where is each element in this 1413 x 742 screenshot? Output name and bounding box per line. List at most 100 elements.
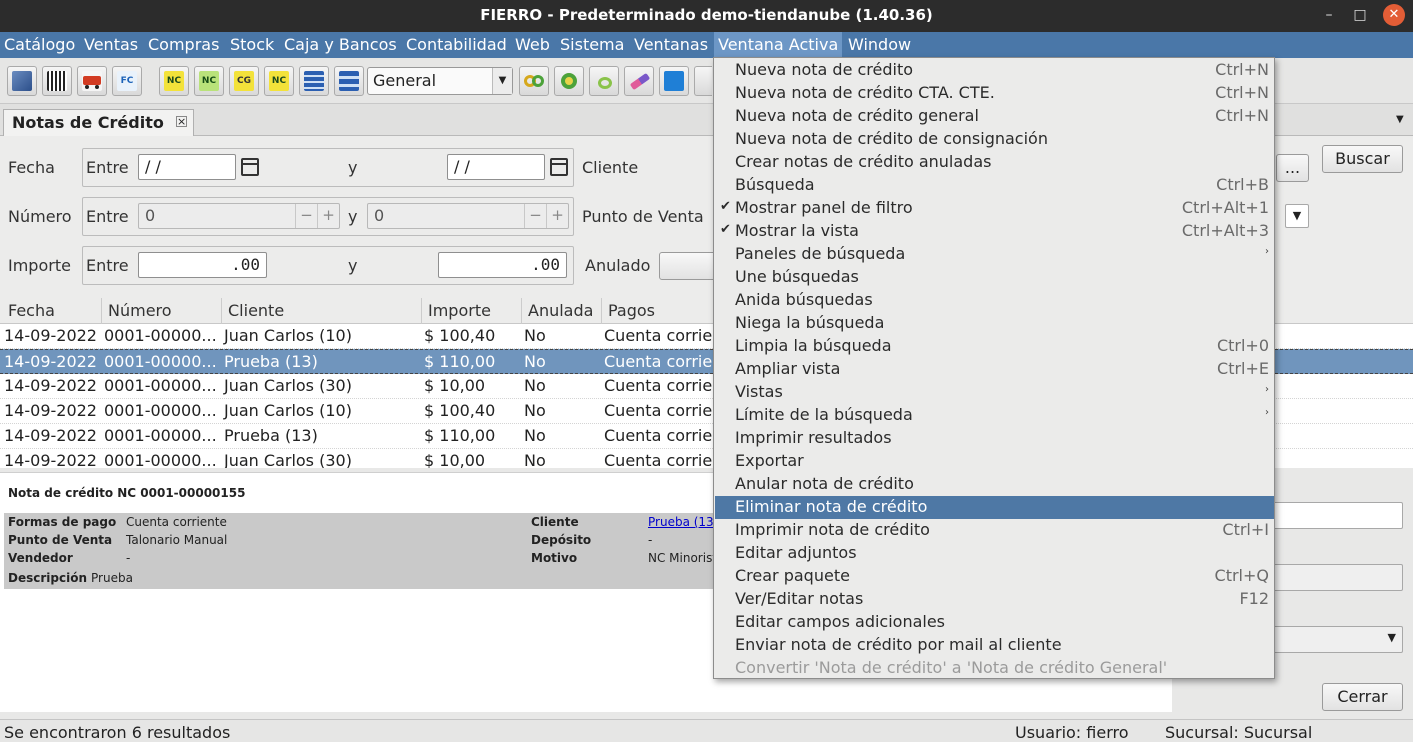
col-importe[interactable]: Importe [428, 301, 491, 320]
rings-button[interactable] [519, 66, 549, 96]
right-panel-combo[interactable]: ▼ [1272, 626, 1403, 653]
ring-button[interactable] [589, 66, 619, 96]
decrement-icon[interactable]: − [524, 204, 546, 228]
anulado-combo[interactable] [659, 252, 719, 280]
calendar-icon[interactable] [550, 158, 568, 176]
menu-item[interactable]: ✔ Mostrar panel de filtro Ctrl+Alt+1 [715, 197, 1274, 220]
fecha-to-input[interactable]: / / [447, 154, 545, 180]
cell-numero: 0001-00000... [104, 451, 217, 468]
menu-web[interactable]: Web [515, 35, 550, 54]
menu-item[interactable]: Nueva nota de crédito Ctrl+N [715, 59, 1274, 82]
cliente-link[interactable]: Prueba (13 [648, 515, 714, 529]
menu-item[interactable]: ✔ Mostrar la vista Ctrl+Alt+3 [715, 220, 1274, 243]
col-cliente[interactable]: Cliente [228, 301, 284, 320]
fecha-entre-label: Entre [86, 158, 129, 177]
cerrar-button[interactable]: Cerrar [1322, 683, 1403, 711]
menu-compras[interactable]: Compras [148, 35, 219, 54]
numero-to-input[interactable]: 0 − + [367, 203, 569, 229]
barcode-button[interactable] [42, 66, 72, 96]
photo-button[interactable] [659, 66, 689, 96]
toolbar-more-button[interactable] [694, 66, 712, 96]
menu-item[interactable]: Nueva nota de crédito CTA. CTE. Ctrl+N [715, 82, 1274, 105]
menu-item[interactable]: Anida búsquedas [715, 289, 1274, 312]
menu-catalogo[interactable]: Catálogo [4, 35, 75, 54]
panel-button[interactable] [299, 66, 329, 96]
importe-to-input[interactable]: .00 [438, 252, 567, 278]
menu-window[interactable]: Window [848, 35, 911, 54]
tab-list-dropdown-icon[interactable]: ▼ [1396, 114, 1404, 125]
truck-button[interactable] [77, 66, 107, 96]
eraser-button[interactable] [624, 66, 654, 96]
menu-item[interactable]: Crear notas de crédito anuladas [715, 151, 1274, 174]
submenu-arrow-icon: › [1265, 407, 1269, 418]
right-panel-input[interactable] [1272, 502, 1403, 529]
cg-button[interactable]: CG [229, 66, 259, 96]
menu-caja-bancos[interactable]: Caja y Bancos [284, 35, 397, 54]
menu-item[interactable]: Une búsquedas [715, 266, 1274, 289]
right-panel-input-disabled[interactable] [1272, 564, 1403, 591]
menu-item[interactable]: Vistas › [715, 381, 1274, 404]
invoice-fc-button[interactable]: FC [112, 66, 142, 96]
cell-pagos: Cuenta corrie [604, 451, 713, 468]
menu-item-label: Editar adjuntos [735, 543, 857, 562]
numero-from-input[interactable]: 0 − + [138, 203, 340, 229]
credit-note-nc-green-button[interactable]: NC [194, 66, 224, 96]
menu-item[interactable]: Niega la búsqueda [715, 312, 1274, 335]
menu-item[interactable]: Editar adjuntos [715, 542, 1274, 565]
menu-item[interactable]: Ver/Editar notas F12 [715, 588, 1274, 611]
importe-from-input[interactable]: .00 [138, 252, 267, 278]
fecha-from-input[interactable]: / / [138, 154, 236, 180]
menu-item[interactable]: Anular nota de crédito [715, 473, 1274, 496]
panel-split-button[interactable] [334, 66, 364, 96]
menu-item-label: Eliminar nota de crédito [735, 497, 928, 516]
menu-item[interactable]: Editar campos adicionales [715, 611, 1274, 634]
menu-item[interactable]: Exportar [715, 450, 1274, 473]
col-numero[interactable]: Número [108, 301, 172, 320]
buscar-button[interactable]: Buscar [1322, 145, 1403, 173]
increment-icon[interactable]: + [546, 204, 568, 228]
cliente-browse-button[interactable]: ... [1276, 154, 1309, 182]
menu-stock[interactable]: Stock [230, 35, 274, 54]
col-pagos[interactable]: Pagos [608, 301, 655, 320]
green-circle-button[interactable] [554, 66, 584, 96]
cell-fecha: 14-09-2022 [4, 451, 97, 468]
col-fecha[interactable]: Fecha [8, 301, 55, 320]
cell-fecha: 14-09-2022 [4, 326, 97, 345]
menu-item[interactable]: Eliminar nota de crédito [715, 496, 1274, 519]
col-anulada[interactable]: Anulada [528, 301, 593, 320]
menu-item[interactable]: Crear paquete Ctrl+Q [715, 565, 1274, 588]
menu-item-shortcut: Ctrl+0 [1216, 336, 1269, 355]
menu-sistema[interactable]: Sistema [560, 35, 624, 54]
close-tab-icon[interactable]: × [176, 116, 187, 127]
punto-venta-dropdown-icon[interactable]: ▼ [1285, 204, 1309, 228]
increment-icon[interactable]: + [317, 204, 339, 228]
cell-importe: $ 10,00 [424, 451, 486, 468]
menu-item[interactable]: Nueva nota de crédito general Ctrl+N [715, 105, 1274, 128]
menu-item[interactable]: Enviar nota de crédito por mail al clien… [715, 634, 1274, 657]
menu-item[interactable]: Ampliar vista Ctrl+E [715, 358, 1274, 381]
menu-item[interactable]: Búsqueda Ctrl+B [715, 174, 1274, 197]
punto-venta-label: Punto de Venta [582, 207, 704, 226]
menu-ventanas[interactable]: Ventanas [634, 35, 708, 54]
menu-ventas[interactable]: Ventas [84, 35, 138, 54]
close-window-button[interactable]: ✕ [1383, 4, 1405, 26]
menu-item-label: Anida búsquedas [735, 290, 873, 309]
menu-ventana-activa[interactable]: Ventana Activa [714, 32, 843, 58]
menu-item[interactable]: Limpia la búsqueda Ctrl+0 [715, 335, 1274, 358]
maximize-button[interactable]: □ [1349, 4, 1371, 26]
minimize-button[interactable]: – [1318, 4, 1340, 26]
menu-item[interactable]: Nueva nota de crédito de consignación [715, 128, 1274, 151]
menu-item[interactable]: Paneles de búsqueda › [715, 243, 1274, 266]
book-button[interactable] [7, 66, 37, 96]
menu-contabilidad[interactable]: Contabilidad [406, 35, 507, 54]
menu-item[interactable]: Imprimir nota de crédito Ctrl+I [715, 519, 1274, 542]
credit-note-nc-button[interactable]: NC [159, 66, 189, 96]
tab-notas-credito[interactable]: Notas de Crédito × [3, 109, 194, 136]
menu-item[interactable]: Imprimir resultados [715, 427, 1274, 450]
nc-yellow-button[interactable]: NC [264, 66, 294, 96]
numero-entre-label: Entre [86, 207, 129, 226]
calendar-icon[interactable] [241, 158, 259, 176]
decrement-icon[interactable]: − [295, 204, 317, 228]
menu-item[interactable]: Límite de la búsqueda › [715, 404, 1274, 427]
view-combo[interactable]: General ▼ [367, 67, 513, 95]
